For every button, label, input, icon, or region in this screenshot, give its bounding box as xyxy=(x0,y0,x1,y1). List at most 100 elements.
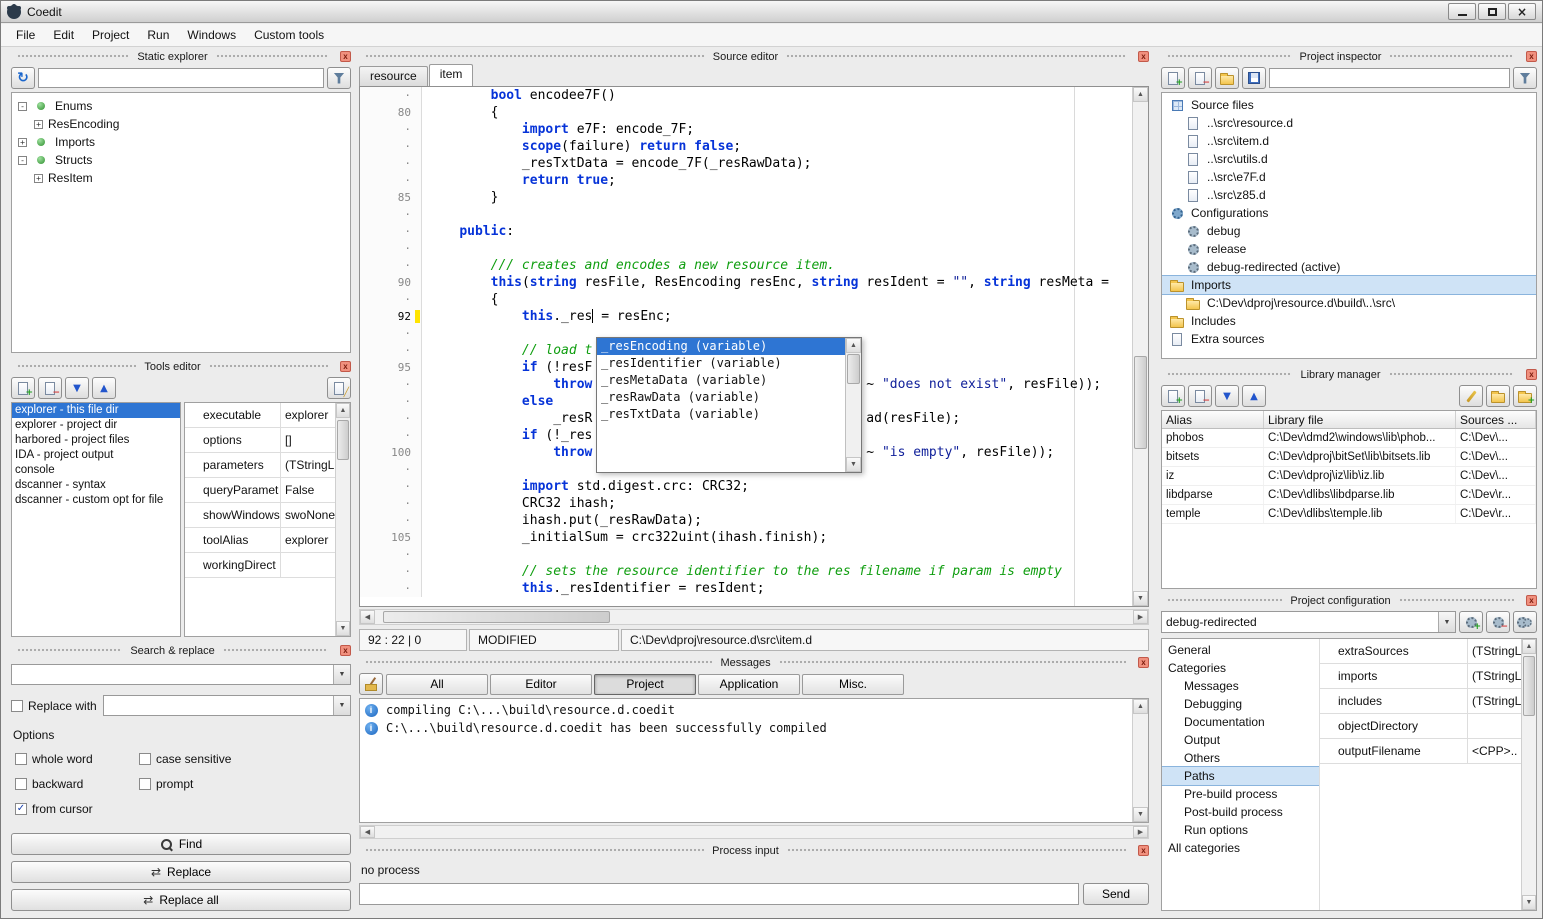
add-source-button[interactable]: + xyxy=(1161,67,1185,89)
property-value[interactable]: <CPP>.. xyxy=(1468,739,1521,763)
replace-with-option[interactable]: Replace with xyxy=(11,699,97,713)
tool-item-explorer-project-dir[interactable]: explorer - project dir xyxy=(12,418,180,433)
drag-grip[interactable] xyxy=(365,660,712,665)
tool-item-explorer-this-file-dir[interactable]: explorer - this file dir xyxy=(12,403,180,418)
completion-item[interactable]: _resMetaData (variable) xyxy=(597,372,845,389)
menu-item-windows[interactable]: Windows xyxy=(178,25,245,45)
completion-item[interactable]: _resTxtData (variable) xyxy=(597,406,845,423)
property-value[interactable]: (TStringL xyxy=(1468,639,1521,663)
library-row[interactable]: templeC:\Dev\dlibs\temple.libC:\Dev\r... xyxy=(1162,505,1536,524)
category-all-categories[interactable]: All categories xyxy=(1162,839,1319,857)
project-tree-item-src-z85-d[interactable]: ..\src\z85.d xyxy=(1162,186,1536,204)
clear-messages-button[interactable] xyxy=(359,673,383,695)
replace-term-combo[interactable]: ▼ xyxy=(103,695,351,716)
edit-tool-button[interactable]: ╱ xyxy=(327,377,351,399)
category-output[interactable]: Output xyxy=(1162,731,1319,749)
tree-item-resencoding[interactable]: +ResEncoding xyxy=(12,115,350,133)
category-others[interactable]: Others xyxy=(1162,749,1319,767)
close-panel-button[interactable]: x xyxy=(1138,657,1149,668)
add-config-button[interactable]: + xyxy=(1459,611,1483,633)
filter-editor[interactable]: Editor xyxy=(490,674,592,695)
properties-scrollbar[interactable]: ▲ ▼ xyxy=(335,403,350,636)
scroll-down-icon[interactable]: ▼ xyxy=(1133,807,1148,822)
drag-grip[interactable] xyxy=(17,364,136,369)
scroll-up-icon[interactable]: ▲ xyxy=(336,403,350,418)
clone-config-button[interactable] xyxy=(1513,611,1537,633)
close-panel-button[interactable]: x xyxy=(1138,51,1149,62)
close-panel-button[interactable]: x xyxy=(1526,51,1537,62)
completion-item[interactable]: _resEncoding (variable) xyxy=(597,338,845,355)
completion-item[interactable]: _resIdentifier (variable) xyxy=(597,355,845,372)
option-prompt[interactable]: prompt xyxy=(139,777,347,791)
project-tree-item-source-files[interactable]: Source files xyxy=(1162,96,1536,114)
tree-item-resitem[interactable]: +ResItem xyxy=(12,169,350,187)
project-tree-item-src-e7f-d[interactable]: ..\src\e7F.d xyxy=(1162,168,1536,186)
filter-misc[interactable]: Misc. xyxy=(802,674,904,695)
scroll-right-icon[interactable]: ▶ xyxy=(1133,826,1148,838)
inspector-filter-input[interactable] xyxy=(1269,68,1510,88)
minimize-button[interactable] xyxy=(1448,3,1476,20)
from-cursor-checkbox[interactable]: ✓ xyxy=(15,803,27,815)
menu-item-edit[interactable]: Edit xyxy=(44,25,83,45)
project-tree-item-imports[interactable]: Imports xyxy=(1162,276,1536,294)
tool-item-harbored-project-files[interactable]: harbored - project files xyxy=(12,433,180,448)
editor-vertical-scrollbar[interactable]: ▲ ▼ xyxy=(1132,87,1148,606)
send-button[interactable]: Send xyxy=(1083,883,1149,905)
project-tree-item-src-resource-d[interactable]: ..\src\resource.d xyxy=(1162,114,1536,132)
filter-application[interactable]: Application xyxy=(698,674,800,695)
menu-item-project[interactable]: Project xyxy=(83,25,138,45)
save-project-button[interactable] xyxy=(1242,67,1266,89)
project-tree-item-extra-sources[interactable]: Extra sources xyxy=(1162,330,1536,348)
drag-grip[interactable] xyxy=(223,648,328,653)
property-value[interactable]: (TStringL xyxy=(281,453,335,477)
menu-item-run[interactable]: Run xyxy=(138,25,178,45)
configuration-combo[interactable]: debug-redirected ▼ xyxy=(1161,611,1456,633)
backward-checkbox[interactable] xyxy=(15,778,27,790)
case-sensitive-checkbox[interactable] xyxy=(139,753,151,765)
move-library-down-button[interactable]: ▼ xyxy=(1215,385,1239,407)
editor-horizontal-scrollbar[interactable]: ◀ ▶ xyxy=(359,609,1149,625)
search-term-combo[interactable]: ▼ xyxy=(11,664,351,685)
replace-with-checkbox[interactable] xyxy=(11,700,23,712)
message-row[interactable]: iC:\...\build\resource.d.coedit has been… xyxy=(362,719,1130,737)
drag-grip[interactable] xyxy=(17,54,129,59)
close-panel-button[interactable]: x xyxy=(340,361,351,372)
close-panel-button[interactable]: x xyxy=(1526,595,1537,606)
scroll-down-icon[interactable]: ▼ xyxy=(1522,895,1536,910)
add-library-button[interactable]: + xyxy=(1161,385,1185,407)
category-paths[interactable]: Paths xyxy=(1162,767,1319,785)
symbol-search-input[interactable] xyxy=(38,68,324,88)
close-button[interactable]: × xyxy=(1508,3,1536,20)
scroll-up-icon[interactable]: ▲ xyxy=(1133,699,1148,714)
messages-horizontal-scrollbar[interactable]: ◀ ▶ xyxy=(359,825,1149,839)
column-header-alias[interactable]: Alias xyxy=(1162,411,1264,428)
remove-tool-button[interactable]: − xyxy=(38,377,62,399)
category-debugging[interactable]: Debugging xyxy=(1162,695,1319,713)
configuration-scrollbar[interactable]: ▲ ▼ xyxy=(1521,639,1536,910)
filter-project[interactable]: Project xyxy=(594,674,696,695)
property-value[interactable]: swoNone xyxy=(281,503,335,527)
completion-item[interactable]: _resRawData (variable) xyxy=(597,389,845,406)
close-panel-button[interactable]: x xyxy=(340,51,351,62)
scroll-right-icon[interactable]: ▶ xyxy=(1133,610,1148,624)
tree-item-enums[interactable]: -Enums xyxy=(12,97,350,115)
project-tree-item-configurations[interactable]: Configurations xyxy=(1162,204,1536,222)
find-button[interactable]: Find xyxy=(11,833,351,855)
property-value[interactable]: (TStringL xyxy=(1468,689,1521,713)
open-folder-button[interactable] xyxy=(1215,67,1239,89)
drag-grip[interactable] xyxy=(1167,372,1292,377)
refresh-button[interactable]: ↻ xyxy=(11,67,35,89)
filter-button[interactable] xyxy=(327,67,351,89)
category-general[interactable]: General xyxy=(1162,641,1319,659)
drag-grip[interactable] xyxy=(17,648,122,653)
open-library-folder-button[interactable] xyxy=(1486,385,1510,407)
add-library-folder-button[interactable]: + xyxy=(1513,385,1537,407)
scroll-down-icon[interactable]: ▼ xyxy=(846,457,861,472)
process-input-field[interactable] xyxy=(359,883,1079,905)
library-row[interactable]: bitsetsC:\Dev\dproj\bitSet\lib\bitsets.l… xyxy=(1162,448,1536,467)
scroll-up-icon[interactable]: ▲ xyxy=(1133,87,1148,102)
scroll-left-icon[interactable]: ◀ xyxy=(360,610,375,624)
move-tool-up-button[interactable]: ▲ xyxy=(92,377,116,399)
move-library-up-button[interactable]: ▲ xyxy=(1242,385,1266,407)
project-tree-item-debug[interactable]: debug xyxy=(1162,222,1536,240)
